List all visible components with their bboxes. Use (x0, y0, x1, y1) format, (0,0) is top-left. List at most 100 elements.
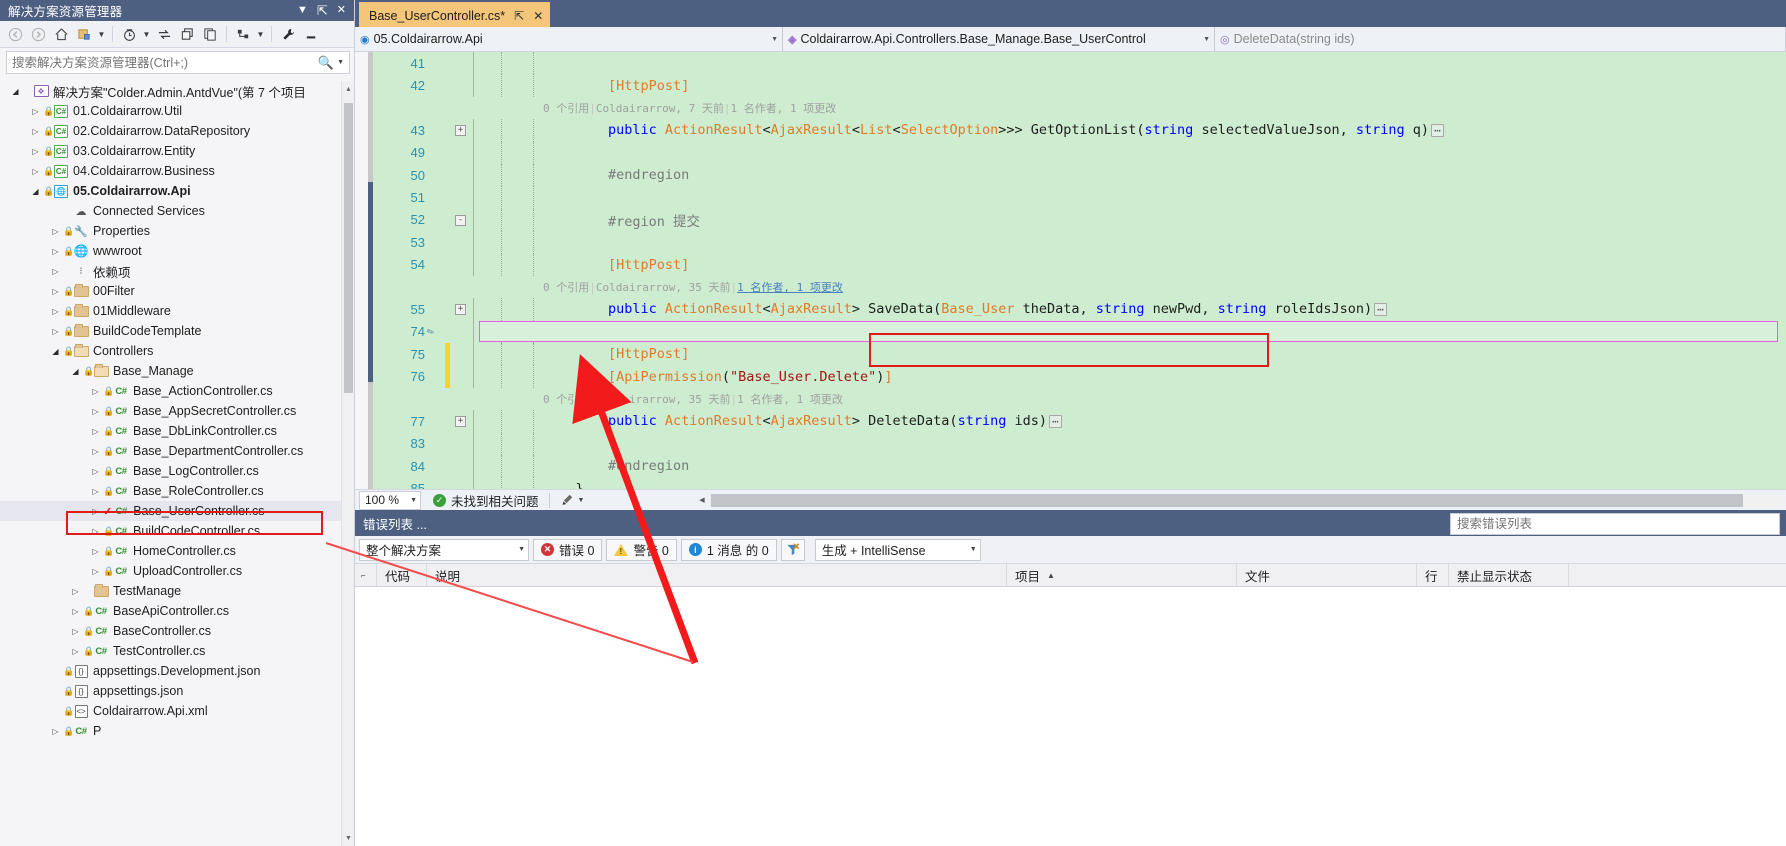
tree-twisty-icon[interactable]: ▷ (88, 507, 103, 516)
tree-twisty-icon[interactable]: ▷ (88, 567, 103, 576)
codelens-row[interactable]: 0 个引用|Coldairarrow, 7 天前|1 名作者, 1 项更改 (355, 97, 1786, 119)
code-line[interactable]: 51 (355, 186, 1786, 208)
hscroll-left-icon[interactable]: ◀ (695, 493, 709, 507)
search-icon[interactable]: 🔍 (315, 55, 337, 71)
zoom-level-selector[interactable]: 100 % ▼ (359, 491, 421, 510)
tree-item[interactable]: 🔒<>Coldairarrow.Api.xml (0, 701, 354, 721)
tree-item[interactable]: ◢🔒Base_Manage (0, 361, 354, 381)
tree-twisty-icon[interactable]: ▷ (48, 727, 63, 736)
code-line[interactable]: 74✎ (355, 321, 1786, 343)
back-icon[interactable] (4, 23, 26, 45)
tree-item[interactable]: 🔒{}appsettings.json (0, 681, 354, 701)
tree-twisty-icon[interactable]: ▷ (68, 627, 83, 636)
tree-twisty-icon[interactable]: ▷ (68, 587, 83, 596)
tree-item[interactable]: ▷TestManage (0, 581, 354, 601)
tree-twisty-icon[interactable]: ▷ (28, 167, 43, 176)
properties-dropdown-icon[interactable]: ▼ (255, 30, 266, 39)
tree-item[interactable]: ▷🔒BuildCodeTemplate (0, 321, 354, 341)
tree-twisty-icon[interactable]: ◢ (8, 87, 23, 96)
tree-twisty-icon[interactable]: ▷ (48, 327, 63, 336)
tree-twisty-icon[interactable]: ◢ (48, 347, 63, 356)
tree-item[interactable]: ▷🔒C#Base_AppSecretController.cs (0, 401, 354, 421)
tree-twisty-icon[interactable]: ▷ (88, 427, 103, 436)
codelens-row[interactable]: 0 个引用|Coldairarrow, 35 天前|1 名作者, 1 项更改 (355, 276, 1786, 298)
panel-dropdown-icon[interactable]: ▼ (297, 5, 308, 16)
tree-item[interactable]: ▷🔒00Filter (0, 281, 354, 301)
tree-twisty-icon[interactable]: ▷ (88, 547, 103, 556)
tree-item[interactable]: ▷🔒C#BaseApiController.cs (0, 601, 354, 621)
tree-item[interactable]: ▷🔒🌐wwwroot (0, 241, 354, 261)
tree-item[interactable]: ▷🔒C#HomeController.cs (0, 541, 354, 561)
codelens-text[interactable]: 0 个引用|Coldairarrow, 35 天前|1 名作者, 1 项更改 (543, 391, 843, 407)
code-line[interactable]: 54 [HttpPost] (355, 254, 1786, 276)
tree-item[interactable]: ▷🔒C#UploadController.cs (0, 561, 354, 581)
tree-twisty-icon[interactable]: ▷ (88, 447, 103, 456)
tree-twisty-icon[interactable]: ▷ (48, 287, 63, 296)
zoom-dropdown-icon[interactable]: ▼ (410, 497, 417, 504)
tree-twisty-icon[interactable]: ▷ (68, 607, 83, 616)
code-line[interactable]: 75 [HttpPost] (355, 343, 1786, 365)
tree-item[interactable]: ▷🔒C#BuildCodeController.cs (0, 521, 354, 541)
error-list-rows[interactable] (355, 587, 1786, 846)
scrollbar-thumb[interactable] (344, 103, 353, 393)
tree-twisty-icon[interactable]: ◢ (28, 187, 43, 196)
tab-pin-icon[interactable]: ⇱ (514, 10, 524, 22)
tree-twisty-icon[interactable]: ▷ (48, 247, 63, 256)
code-line[interactable]: 41 (355, 52, 1786, 74)
scope-combobox[interactable]: 整个解决方案 ▼ (359, 539, 529, 561)
code-editor[interactable]: 4142 [HttpPost] 0 个引用|Coldairarrow, 7 天前|… (355, 52, 1786, 489)
tree-twisty-icon[interactable]: ▷ (48, 227, 63, 236)
tree-item[interactable]: ▷🔒C#Base_LogController.cs (0, 461, 354, 481)
scroll-up-icon[interactable]: ▲ (342, 81, 355, 97)
tree-twisty-icon[interactable]: ◢ (68, 367, 83, 376)
editor-horizontal-scrollbar[interactable]: ◀ (695, 493, 1784, 507)
tree-item[interactable]: ◢🔒🌐05.Coldairarrow.Api (0, 181, 354, 201)
minimize-icon[interactable] (300, 23, 322, 45)
code-line[interactable]: 50 #endregion (355, 164, 1786, 186)
tab-base-usercontroller[interactable]: Base_UserController.cs* ⇱ ✕ (359, 2, 550, 27)
fold-toggle-icon[interactable]: + (455, 416, 466, 427)
collapsed-block-icon[interactable]: ⋯ (1374, 303, 1387, 316)
code-line[interactable]: 43+ public ActionResult<AjaxResult<List<… (355, 119, 1786, 141)
column-menu-icon[interactable]: ⌐ (361, 571, 366, 580)
editor-issue-status[interactable]: ✓ 未找到相关问题 (433, 491, 539, 510)
column-header-select[interactable]: ⌐ (355, 564, 377, 586)
show-all-files-icon[interactable] (199, 23, 221, 45)
sync-with-active-document-icon[interactable] (73, 23, 95, 45)
tree-item[interactable]: ▷🔒🔧Properties (0, 221, 354, 241)
tree-item[interactable]: ☁Connected Services (0, 201, 354, 221)
tree-item[interactable]: ▷🔒C#04.Coldairarrow.Business (0, 161, 354, 181)
fold-toggle-icon[interactable]: + (455, 304, 466, 315)
search-dropdown-icon[interactable]: ▼ (337, 59, 347, 66)
pending-changes-icon[interactable] (118, 23, 140, 45)
solution-explorer-search[interactable]: 🔍 ▼ (6, 51, 350, 74)
tree-item[interactable]: ▷🔒C#03.Coldairarrow.Entity (0, 141, 354, 161)
tree-item[interactable]: ▷🔒C#Base_RoleController.cs (0, 481, 354, 501)
refresh-icon[interactable] (153, 23, 175, 45)
fold-toggle-icon[interactable]: - (455, 215, 466, 226)
error-list-search[interactable] (1450, 513, 1780, 535)
collapsed-block-icon[interactable]: ⋯ (1431, 124, 1444, 137)
tree-item[interactable]: ◢🔒Controllers (0, 341, 354, 361)
solution-explorer-tree[interactable]: ◢❖解决方案"Colder.Admin.AntdVue"(第 7 个项目▷🔒C#… (0, 81, 354, 846)
code-line[interactable]: 77+ public ActionResult<AjaxResult> Dele… (355, 410, 1786, 432)
column-header-代码[interactable]: 代码 (377, 564, 427, 586)
column-header-行[interactable]: 行 (1417, 564, 1449, 586)
collapsed-block-icon[interactable]: ⋯ (1049, 415, 1062, 428)
tree-item[interactable]: ▷🔒C#P (0, 721, 354, 741)
navbar-class-dropdown[interactable]: ◈ Coldairarrow.Api.Controllers.Base_Mana… (783, 27, 1215, 51)
column-header-禁止显示状态[interactable]: 禁止显示状态 (1449, 564, 1569, 586)
code-line[interactable]: 42 [HttpPost] (355, 74, 1786, 96)
tree-twisty-icon[interactable]: ▷ (88, 527, 103, 536)
codelens-row[interactable]: 0 个引用|Coldairarrow, 35 天前|1 名作者, 1 项更改 (355, 388, 1786, 410)
tab-close-icon[interactable]: ✕ (533, 10, 543, 22)
tree-item[interactable]: ▷🔒C#01.Coldairarrow.Util (0, 101, 354, 121)
code-cleanup-dropdown-icon[interactable]: ▼ (578, 497, 585, 504)
tree-item[interactable]: ▷🔒01Middleware (0, 301, 354, 321)
codelens-text[interactable]: 0 个引用|Coldairarrow, 7 天前|1 名作者, 1 项更改 (543, 100, 836, 116)
tree-twisty-icon[interactable]: ▷ (68, 647, 83, 656)
warnings-filter-button[interactable]: 警告 0 (606, 539, 676, 561)
tree-twisty-icon[interactable]: ▷ (28, 107, 43, 116)
tree-twisty-icon[interactable]: ▷ (88, 487, 103, 496)
tree-twisty-icon[interactable]: ▷ (48, 267, 63, 276)
